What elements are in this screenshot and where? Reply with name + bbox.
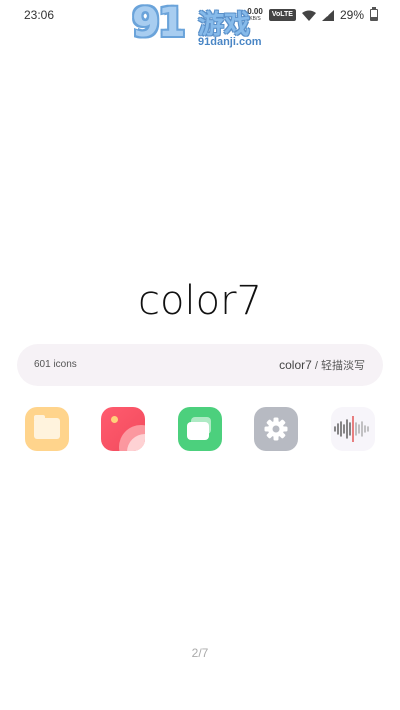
icon-pack-info-bar[interactable]: 601 icons color7 / 轻描淡写 [17,344,383,386]
files-app-icon[interactable] [25,407,69,451]
settings-app-icon[interactable] [254,407,298,451]
icon-preview-row [0,407,400,453]
pack-separator: / [314,360,318,372]
watermark-url: 91danji.com [198,36,262,48]
recorder-app-icon[interactable] [331,407,375,451]
waveform-icon [334,416,369,442]
wifi-icon [301,10,316,21]
photos-app-icon[interactable] [101,407,145,451]
status-time: 23:06 [24,8,55,22]
watermark-logo: 91 [132,0,186,46]
battery-percent: 29% [339,8,364,22]
page-indicator: 2/7 [191,646,209,660]
volte-badge: VoLTE [268,9,296,21]
message-card-front [187,422,209,440]
folder-icon [34,415,60,439]
messages-app-icon[interactable] [178,407,222,451]
site-watermark: 91 游戏 91danji.com [128,0,268,56]
cellular-signal-icon [321,9,334,21]
pack-label: color7 / 轻描淡写 [279,357,365,373]
photo-sun-shape [111,416,118,423]
pack-subtitle: 轻描淡写 [321,360,365,372]
icon-count: 601 icons [34,359,77,370]
icon-pack-logo: color7 [138,278,262,324]
battery-icon [370,7,378,21]
pack-name: color7 [279,358,312,372]
gear-icon [264,417,288,441]
